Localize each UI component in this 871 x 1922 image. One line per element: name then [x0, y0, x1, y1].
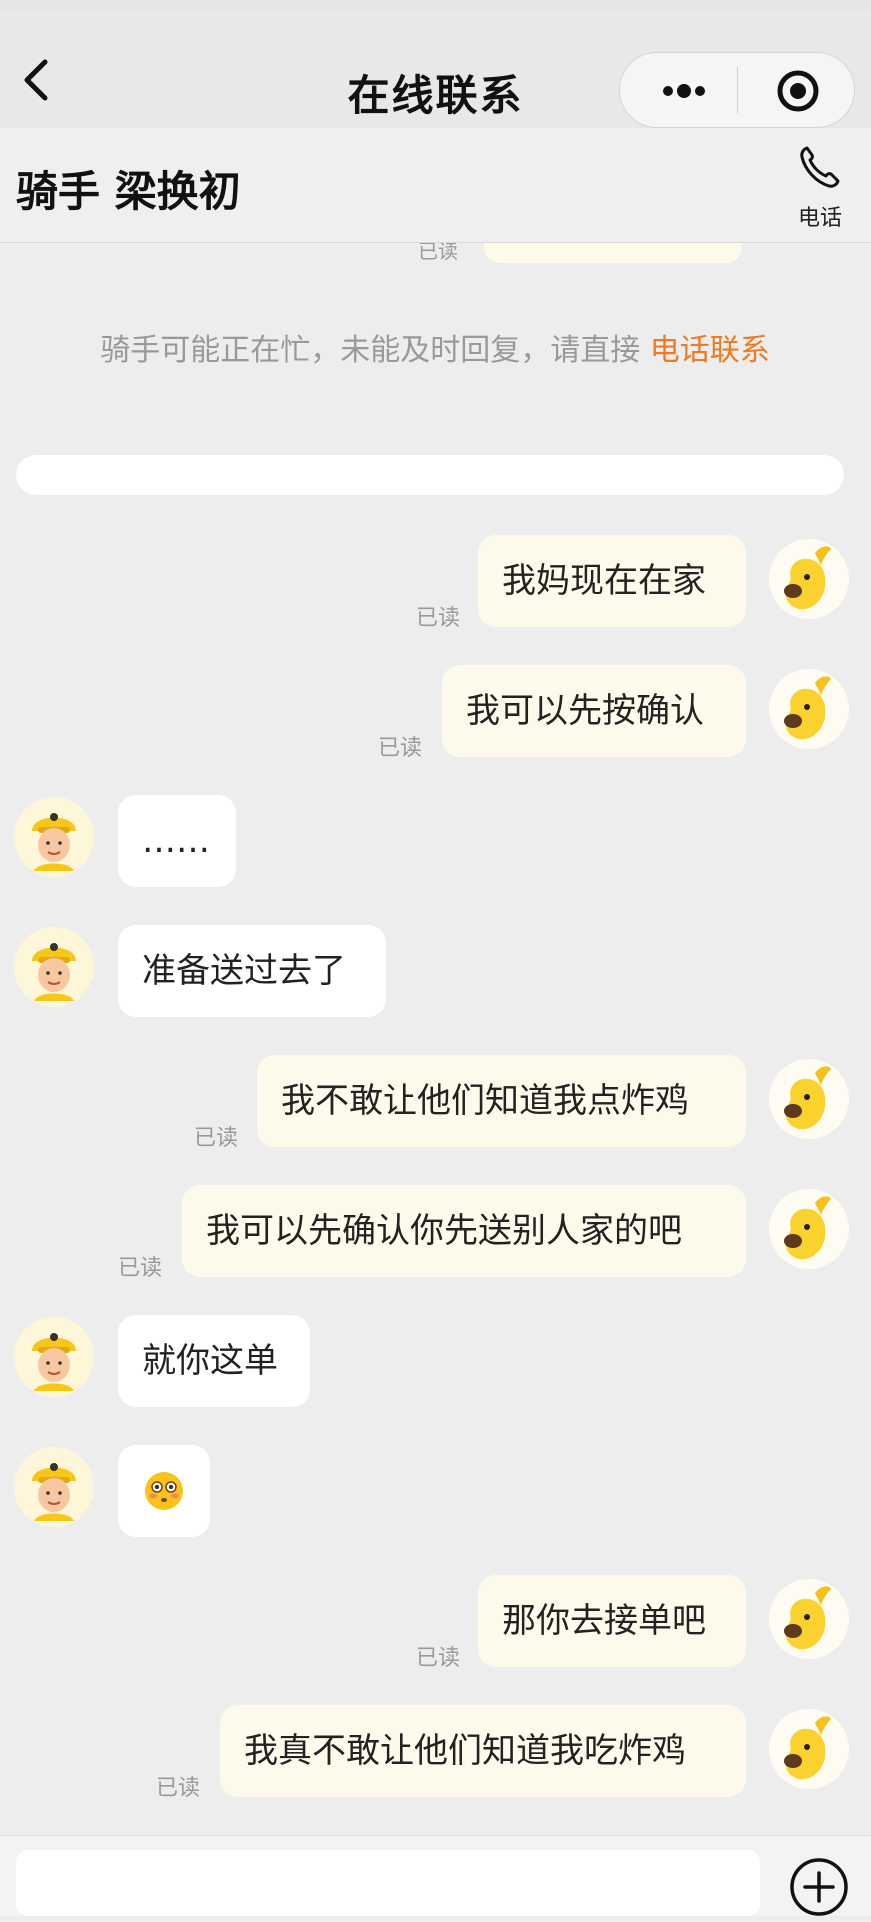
- yellow-dog-avatar-icon: [784, 1066, 831, 1130]
- my-avatar[interactable]: [769, 539, 849, 619]
- message-bubble[interactable]: ……: [118, 795, 236, 887]
- rider-helmet-avatar-icon: [14, 927, 94, 1007]
- navigation-bar: 在线联系: [0, 12, 871, 128]
- message-bubble[interactable]: [118, 1445, 210, 1537]
- message-bubble[interactable]: 我妈现在在家: [478, 535, 746, 627]
- message-bubble-partial: [484, 243, 742, 263]
- capsule-divider: [737, 67, 738, 113]
- yellow-dog-avatar-icon: [784, 676, 831, 740]
- my-avatar[interactable]: [769, 669, 849, 749]
- yellow-dog-avatar-icon: [784, 1586, 831, 1650]
- more-dots-icon: [663, 84, 705, 98]
- target-icon: [777, 70, 819, 112]
- message-bubble[interactable]: 我可以先确认你先送别人家的吧: [182, 1185, 746, 1277]
- status-bar: [0, 0, 871, 12]
- mini-program-capsule: [619, 52, 855, 128]
- yellow-dog-avatar-icon: [784, 1716, 831, 1780]
- yellow-dog-avatar-icon: [784, 1196, 831, 1260]
- plus-circle-icon: [790, 1858, 848, 1916]
- system-notice: 骑手可能正在忙，未能及时回复，请直接 电话联系: [100, 328, 770, 374]
- read-status: 已读: [118, 1256, 163, 1281]
- read-status: 已读: [416, 1646, 461, 1671]
- notice-text: 骑手可能正在忙，未能及时回复，请直接: [100, 333, 650, 368]
- phone-contact-link[interactable]: 电话联系: [650, 333, 770, 368]
- close-button[interactable]: [776, 69, 820, 113]
- my-avatar[interactable]: [769, 1059, 849, 1139]
- message-bubble[interactable]: 我不敢让他们知道我点炸鸡: [257, 1055, 746, 1147]
- read-status: 已读: [418, 243, 458, 263]
- read-status: 已读: [378, 736, 423, 761]
- phone-icon: [800, 146, 840, 188]
- message-bubble[interactable]: 准备送过去了: [118, 925, 386, 1017]
- my-avatar[interactable]: [769, 1709, 849, 1789]
- phone-button[interactable]: 电话: [790, 138, 850, 231]
- message-input[interactable]: [16, 1850, 760, 1916]
- input-bar: [0, 1835, 871, 1916]
- rider-avatar[interactable]: [14, 1317, 94, 1397]
- rider-name: 骑手 梁换初: [16, 167, 241, 216]
- rider-helmet-avatar-icon: [14, 1447, 94, 1527]
- add-button[interactable]: [788, 1856, 850, 1918]
- rider-helmet-avatar-icon: [14, 797, 94, 877]
- chat-header: 骑手 梁换初 电话: [0, 128, 871, 243]
- rider-avatar[interactable]: [14, 797, 94, 877]
- read-status: 已读: [194, 1126, 239, 1151]
- phone-label: 电话: [797, 206, 842, 231]
- rider-avatar[interactable]: [14, 927, 94, 1007]
- my-avatar[interactable]: [769, 1579, 849, 1659]
- chat-area: 已读 骑手可能正在忙，未能及时回复，请直接 电话联系 已读 我妈现在在家 已读 …: [0, 243, 871, 1835]
- blank-bar: [16, 455, 844, 495]
- my-avatar[interactable]: [769, 1189, 849, 1269]
- read-status: 已读: [416, 606, 461, 631]
- message-bubble[interactable]: 那你去接单吧: [478, 1575, 746, 1667]
- rider-avatar[interactable]: [14, 1447, 94, 1527]
- rider-helmet-avatar-icon: [14, 1317, 94, 1397]
- more-button[interactable]: [660, 77, 708, 105]
- yellow-dog-avatar-icon: [784, 546, 831, 610]
- message-bubble[interactable]: 就你这单: [118, 1315, 310, 1407]
- message-bubble[interactable]: 我可以先按确认: [442, 665, 746, 757]
- message-bubble[interactable]: 我真不敢让他们知道我吃炸鸡: [220, 1705, 746, 1797]
- flushed-face-emoji-icon: [145, 1472, 183, 1510]
- read-status: 已读: [156, 1776, 201, 1801]
